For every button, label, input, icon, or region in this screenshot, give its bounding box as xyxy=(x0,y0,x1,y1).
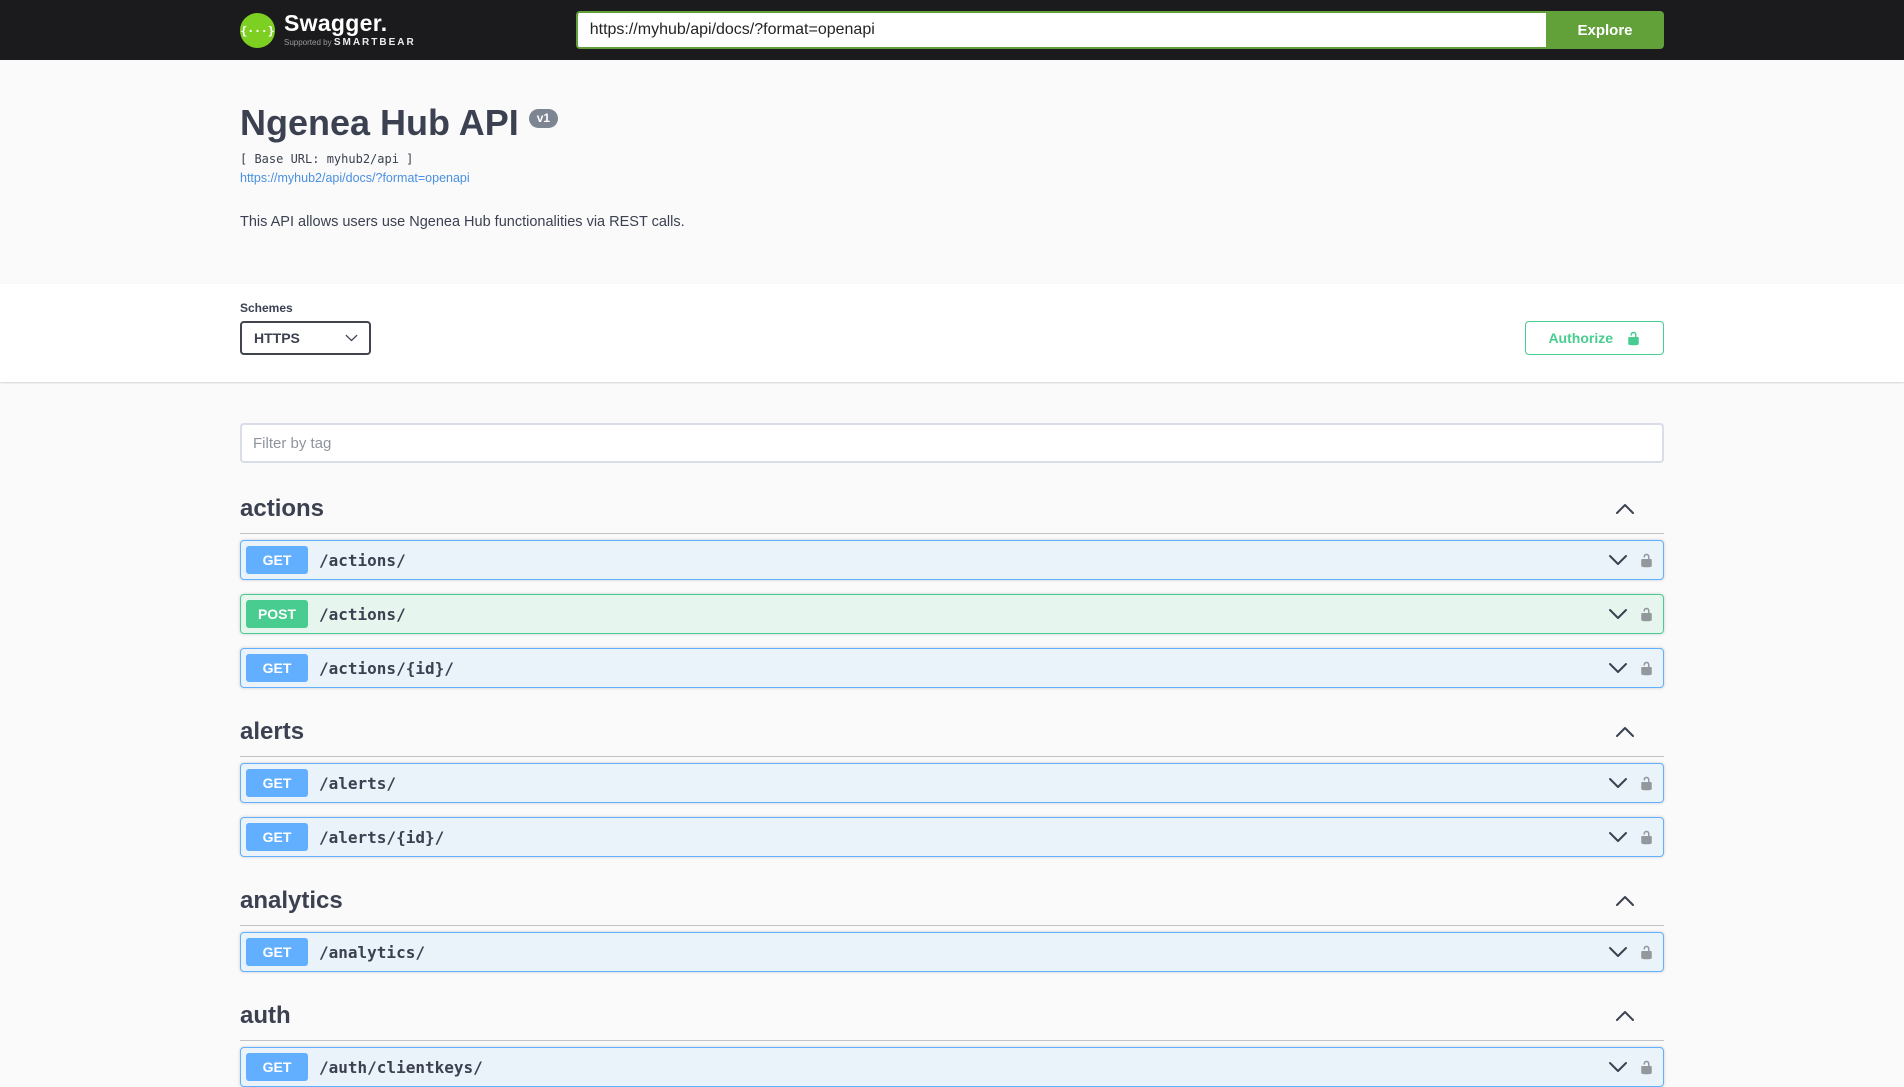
endpoint-path: /actions/ xyxy=(319,605,406,624)
version-badge: v1 xyxy=(529,109,558,128)
unlock-icon[interactable] xyxy=(1639,605,1654,624)
chevron-up-icon[interactable] xyxy=(1615,1010,1635,1022)
logo-wordmark: Swagger. xyxy=(284,12,416,35)
tag-header[interactable]: auth xyxy=(240,986,1664,1041)
schemes-selected-value: HTTPS xyxy=(254,330,300,346)
method-badge: GET xyxy=(246,823,308,851)
swagger-logo-icon: {···} xyxy=(240,13,275,48)
chevron-down-icon[interactable] xyxy=(1608,946,1628,958)
endpoint-path: /auth/clientkeys/ xyxy=(319,1058,483,1077)
unlock-icon[interactable] xyxy=(1639,551,1654,570)
unlock-icon[interactable] xyxy=(1639,943,1654,962)
api-description: This API allows users use Ngenea Hub fun… xyxy=(240,214,1664,230)
operation-row[interactable]: GET /analytics/ xyxy=(240,932,1664,972)
explore-button[interactable]: Explore xyxy=(1546,11,1664,49)
method-badge: POST xyxy=(246,600,308,628)
swagger-logo: {···} Swagger. Supported by SMARTBEAR xyxy=(240,12,416,48)
operation-row[interactable]: GET /actions/{id}/ xyxy=(240,648,1664,688)
topbar: {···} Swagger. Supported by SMARTBEAR Ex… xyxy=(0,0,1904,60)
tag-title: auth xyxy=(240,1004,291,1028)
chevron-up-icon[interactable] xyxy=(1615,726,1635,738)
chevron-up-icon[interactable] xyxy=(1615,895,1635,907)
operation-row[interactable]: GET /auth/clientkeys/ xyxy=(240,1047,1664,1087)
chevron-up-icon[interactable] xyxy=(1615,503,1635,515)
method-badge: GET xyxy=(246,938,308,966)
chevron-down-icon[interactable] xyxy=(1608,608,1628,620)
spec-link[interactable]: https://myhub2/api/docs/?format=openapi xyxy=(240,171,470,185)
operations-area: actions GET /actions/ POST /actions/ GET… xyxy=(0,423,1904,1087)
tag-title: analytics xyxy=(240,889,343,913)
tag-section-analytics: analytics GET /analytics/ xyxy=(240,871,1664,972)
spec-url-form: Explore xyxy=(576,11,1664,49)
select-chevron-down-icon xyxy=(345,334,358,342)
chevron-down-icon[interactable] xyxy=(1608,831,1628,843)
tag-title: actions xyxy=(240,497,324,521)
unlock-icon[interactable] xyxy=(1639,1058,1654,1077)
authorize-label: Authorize xyxy=(1548,330,1613,346)
tag-header[interactable]: actions xyxy=(240,479,1664,534)
tag-section-alerts: alerts GET /alerts/ GET /alerts/{id}/ xyxy=(240,702,1664,857)
schemes-block: Schemes HTTPS xyxy=(240,301,371,355)
info-section: Ngenea Hub API v1 [ Base URL: myhub2/api … xyxy=(0,60,1904,284)
smartbear-brand: SMARTBEAR xyxy=(334,37,416,48)
logo-subtext: Supported by SMARTBEAR xyxy=(284,38,416,48)
endpoint-path: /analytics/ xyxy=(319,943,425,962)
method-badge: GET xyxy=(246,1053,308,1081)
logo-texts: Swagger. Supported by SMARTBEAR xyxy=(284,12,416,48)
endpoint-path: /actions/{id}/ xyxy=(319,659,454,678)
operation-row[interactable]: POST /actions/ xyxy=(240,594,1664,634)
chevron-down-icon[interactable] xyxy=(1608,777,1628,789)
tag-section-auth: auth GET /auth/clientkeys/ xyxy=(240,986,1664,1087)
tag-header[interactable]: analytics xyxy=(240,871,1664,926)
schemes-label: Schemes xyxy=(240,301,371,315)
filter-input[interactable] xyxy=(240,423,1664,463)
method-badge: GET xyxy=(246,769,308,797)
method-badge: GET xyxy=(246,654,308,682)
endpoint-path: /alerts/ xyxy=(319,774,396,793)
tag-section-actions: actions GET /actions/ POST /actions/ GET… xyxy=(240,479,1664,688)
chevron-down-icon[interactable] xyxy=(1608,1061,1628,1073)
base-url: [ Base URL: myhub2/api ] xyxy=(240,152,1664,166)
method-badge: GET xyxy=(246,546,308,574)
unlock-icon[interactable] xyxy=(1639,828,1654,847)
page-title: Ngenea Hub API v1 xyxy=(240,102,1664,143)
operation-row[interactable]: GET /alerts/{id}/ xyxy=(240,817,1664,857)
unlock-icon[interactable] xyxy=(1639,659,1654,678)
scheme-container: Schemes HTTPS Authorize xyxy=(0,284,1904,382)
api-title-text: Ngenea Hub API xyxy=(240,102,519,143)
authorize-button[interactable]: Authorize xyxy=(1525,321,1664,355)
tag-header[interactable]: alerts xyxy=(240,702,1664,757)
unlock-icon xyxy=(1626,329,1641,348)
schemes-select[interactable]: HTTPS xyxy=(240,321,371,355)
chevron-down-icon[interactable] xyxy=(1608,554,1628,566)
spec-url-input[interactable] xyxy=(576,11,1546,49)
operation-row[interactable]: GET /actions/ xyxy=(240,540,1664,580)
chevron-down-icon[interactable] xyxy=(1608,662,1628,674)
endpoint-path: /alerts/{id}/ xyxy=(319,828,444,847)
operation-row[interactable]: GET /alerts/ xyxy=(240,763,1664,803)
tag-title: alerts xyxy=(240,720,304,744)
unlock-icon[interactable] xyxy=(1639,774,1654,793)
endpoint-path: /actions/ xyxy=(319,551,406,570)
svg-text:{···}: {···} xyxy=(240,23,274,37)
